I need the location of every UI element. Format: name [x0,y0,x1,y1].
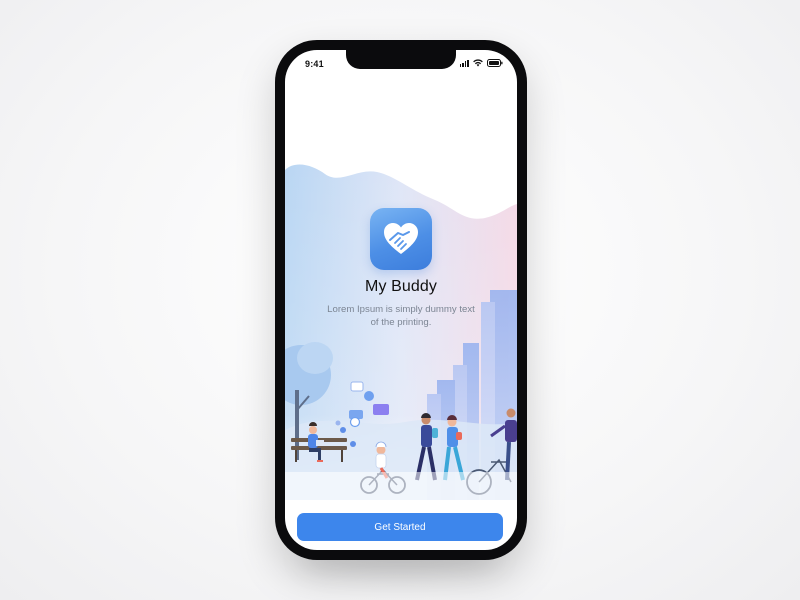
cellular-signal-icon [459,59,469,67]
device-notch [346,50,456,69]
wifi-icon [473,59,483,67]
heart-handshake-icon [384,223,418,254]
app-title: My Buddy [365,278,437,295]
phone-frame: 9:41 My Buddy Lorem Ipsum is simply dumm… [275,40,527,560]
status-icons [459,59,503,67]
app-logo-icon [370,208,432,270]
status-time: 9:41 [305,59,324,69]
get-started-button[interactable]: Get Started [297,513,503,541]
app-screen: 9:41 My Buddy Lorem Ipsum is simply dumm… [285,50,517,550]
battery-icon [487,59,503,67]
app-subtitle: Lorem Ipsum is simply dummy text of the … [327,304,475,328]
